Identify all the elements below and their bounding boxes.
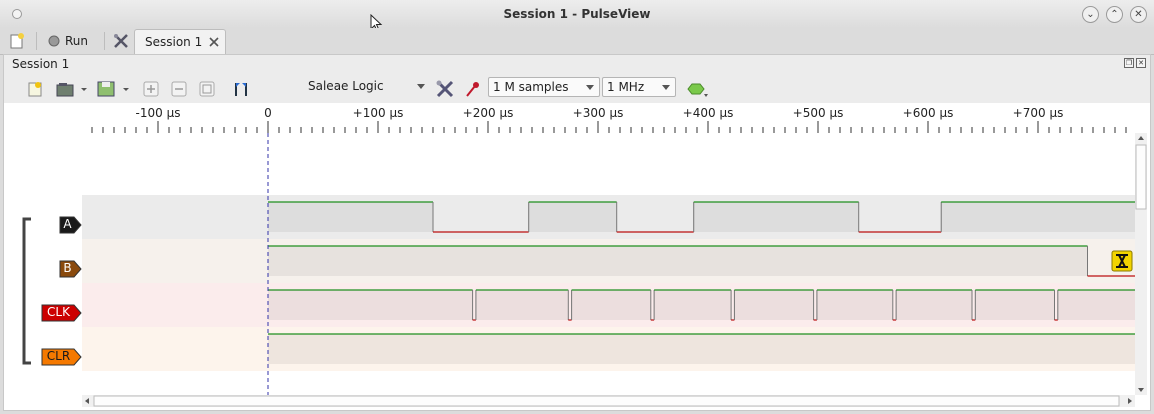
cursor-icon bbox=[235, 83, 247, 96]
maximize-icon[interactable]: ⌃ bbox=[1106, 6, 1123, 23]
new-session-button[interactable] bbox=[8, 30, 26, 52]
tab-session-1[interactable]: Session 1 bbox=[134, 29, 226, 54]
new-session-icon bbox=[28, 82, 42, 97]
trace-area[interactable] bbox=[82, 133, 1135, 395]
channel-group-bracket bbox=[22, 217, 31, 365]
ruler-tick-label: +500 µs bbox=[792, 106, 844, 120]
device-select-value: Saleae Logic bbox=[308, 79, 384, 93]
ruler-tick-label: +400 µs bbox=[682, 106, 734, 120]
signal-high-fill bbox=[734, 290, 814, 320]
horizontal-scrollbar-track bbox=[85, 395, 1132, 407]
signal-high-fill bbox=[268, 334, 1135, 364]
signal-high-fill bbox=[571, 290, 651, 320]
zoom-in-icon bbox=[143, 81, 159, 97]
signal-high-fill bbox=[896, 290, 972, 320]
zoom-fit-button[interactable] bbox=[196, 78, 218, 100]
separator bbox=[36, 32, 37, 50]
new-view-button[interactable] bbox=[24, 78, 46, 100]
channel-tag-b[interactable]: B bbox=[59, 260, 82, 278]
warning-icon[interactable] bbox=[1111, 250, 1133, 272]
signal-high-fill bbox=[816, 290, 893, 320]
device-config-button[interactable] bbox=[434, 78, 456, 100]
float-icon[interactable]: ❐ bbox=[1124, 58, 1134, 68]
run-label: Run bbox=[65, 34, 89, 48]
close-window-icon[interactable]: ✕ bbox=[1130, 6, 1147, 23]
probes-button[interactable] bbox=[462, 78, 484, 100]
dock-title: Session 1 bbox=[12, 57, 70, 71]
signal-high-fill bbox=[268, 202, 433, 232]
vertical-scrollbar-track bbox=[1135, 136, 1147, 392]
run-icon bbox=[48, 35, 60, 47]
dock-controls: ❐ ✕ bbox=[1124, 58, 1146, 68]
probe-icon bbox=[466, 82, 479, 97]
channel-name: B bbox=[63, 261, 72, 275]
ruler-tick-label: +600 µs bbox=[902, 106, 954, 120]
new-session-icon bbox=[10, 33, 24, 49]
open-button[interactable] bbox=[54, 78, 90, 100]
separator bbox=[104, 32, 105, 50]
channel-tag-a[interactable]: A bbox=[59, 216, 82, 234]
ruler-tick-label: -100 µs bbox=[135, 106, 181, 120]
device-select[interactable]: Saleae Logic bbox=[300, 77, 430, 97]
ruler-tick-label: 0 bbox=[264, 106, 272, 120]
close-icon[interactable] bbox=[208, 36, 220, 48]
title-bar: Session 1 - PulseView ⌄ ⌃ ✕ bbox=[0, 0, 1154, 29]
vertical-scrollbar[interactable] bbox=[1135, 133, 1147, 395]
open-icon bbox=[56, 83, 87, 97]
samplerate-select[interactable]: 1 MHz bbox=[602, 77, 676, 97]
channel-name: CLK bbox=[47, 305, 70, 319]
settings-button[interactable] bbox=[112, 30, 130, 52]
session-dock: Session 1 ❐ ✕ Saleae Logic 1 M samples 1… bbox=[3, 54, 1151, 411]
tab-bar: Run Session 1 bbox=[0, 28, 1154, 55]
main-toolbar: Saleae Logic 1 M samples 1 MHz bbox=[4, 75, 1150, 103]
ruler-tick-label: +700 µs bbox=[1012, 106, 1064, 120]
signal-high-fill bbox=[268, 290, 473, 320]
ruler-tick-label: +300 µs bbox=[572, 106, 624, 120]
samples-select-value: 1 M samples bbox=[493, 80, 569, 94]
channel-name: CLR bbox=[46, 349, 71, 363]
samples-select[interactable]: 1 M samples bbox=[488, 77, 600, 97]
signal-high-fill bbox=[975, 290, 1055, 320]
channel-tag-clr[interactable]: CLR bbox=[41, 348, 82, 366]
dock-close-icon[interactable]: ✕ bbox=[1136, 58, 1146, 68]
zoom-out-icon bbox=[171, 81, 187, 97]
zoom-fit-icon bbox=[199, 81, 215, 97]
run-button[interactable]: Run bbox=[48, 30, 88, 52]
settings-icon bbox=[114, 34, 128, 48]
show-cursors-button[interactable] bbox=[230, 78, 252, 100]
signal-high-fill bbox=[475, 290, 569, 320]
signal-high-fill bbox=[693, 202, 859, 232]
signal-high-fill bbox=[654, 290, 732, 320]
ruler-tick-label: +100 µs bbox=[352, 106, 404, 120]
window-title: Session 1 - PulseView bbox=[503, 7, 651, 21]
signal-high-fill bbox=[941, 202, 1135, 232]
device-config-icon bbox=[436, 80, 454, 98]
time-ruler[interactable]: -100 µs 0 +100 µs +200 µs +300 µs +400 µs +500… bbox=[4, 103, 1150, 133]
minimize-icon[interactable]: ⌄ bbox=[1082, 6, 1099, 23]
horizontal-scrollbar[interactable] bbox=[82, 395, 1135, 407]
add-decoder-button[interactable] bbox=[684, 78, 710, 100]
decoder-icon bbox=[687, 83, 708, 97]
channel-name: A bbox=[63, 217, 72, 231]
signal-high-fill bbox=[1057, 290, 1135, 320]
signal-high-fill bbox=[268, 246, 1088, 276]
tab-session-1-label: Session 1 bbox=[145, 35, 203, 49]
channel-tag-clk[interactable]: CLK bbox=[41, 304, 82, 322]
samplerate-select-value: 1 MHz bbox=[607, 80, 645, 94]
zoom-in-button[interactable] bbox=[140, 78, 162, 100]
save-icon bbox=[97, 81, 129, 97]
signal-high-fill bbox=[528, 202, 617, 232]
save-button[interactable] bbox=[94, 78, 132, 100]
zoom-out-button[interactable] bbox=[168, 78, 190, 100]
ruler-tick-label: +200 µs bbox=[462, 106, 514, 120]
trace-view[interactable]: -100 µs 0 +100 µs +200 µs +300 µs +400 µs +500… bbox=[4, 103, 1150, 410]
